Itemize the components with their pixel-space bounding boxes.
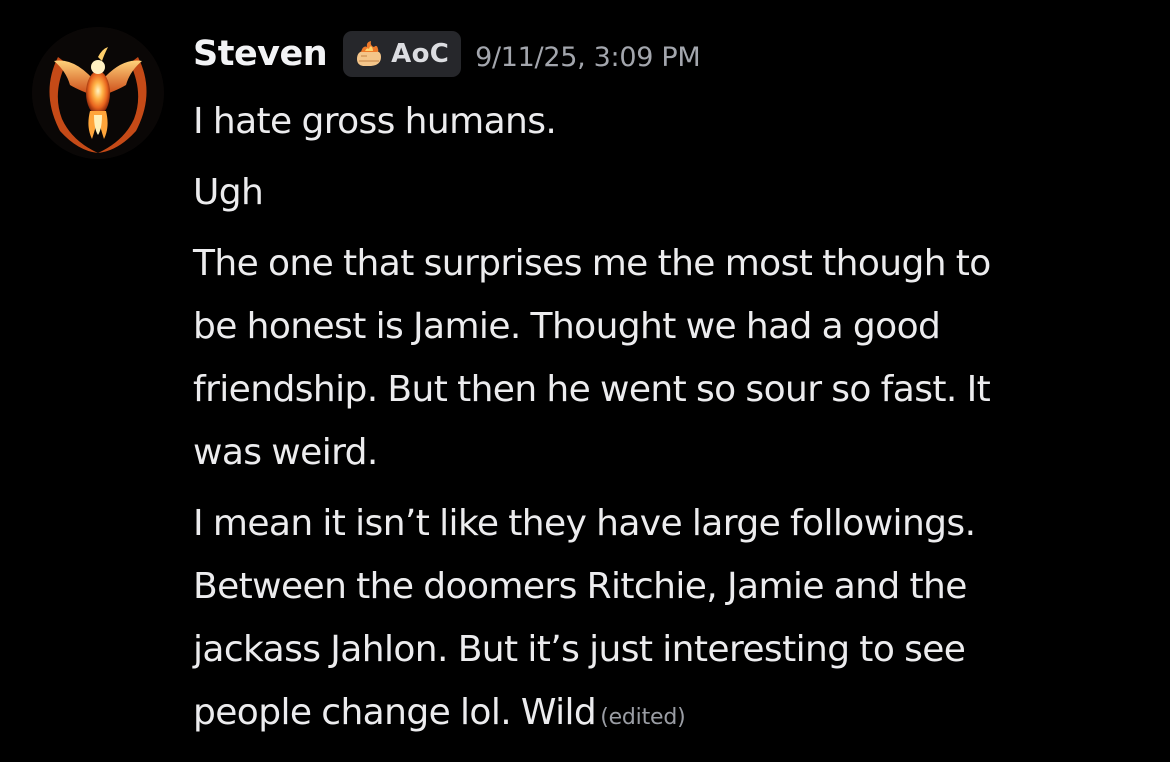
avatar[interactable] bbox=[32, 27, 164, 159]
message-text-edited: I mean it isn’t like they have large fol… bbox=[193, 492, 1153, 749]
phoenix-icon bbox=[32, 27, 164, 159]
server-tag[interactable]: AoC bbox=[343, 31, 462, 77]
message-text: Ugh bbox=[193, 172, 264, 213]
server-tag-label: AoC bbox=[391, 39, 450, 69]
message-text: The one that surprises me the most thoug… bbox=[193, 243, 991, 473]
message-text: I mean it isn’t like they have large fol… bbox=[193, 503, 976, 733]
edited-label: (edited) bbox=[600, 705, 686, 730]
message-header: Steven AoC 9/11/25, 3:09 PM bbox=[193, 26, 701, 82]
message-text: I hate gross humans. bbox=[193, 101, 557, 142]
message-timestamp[interactable]: 9/11/25, 3:09 PM bbox=[475, 36, 701, 73]
chat-message: Steven AoC 9/11/25, 3:09 PM I hate gross… bbox=[0, 0, 1170, 762]
username[interactable]: Steven bbox=[193, 34, 328, 74]
message-content: I hate gross humans. Ugh The one that su… bbox=[193, 90, 1153, 757]
flame-hand-icon bbox=[353, 39, 385, 69]
